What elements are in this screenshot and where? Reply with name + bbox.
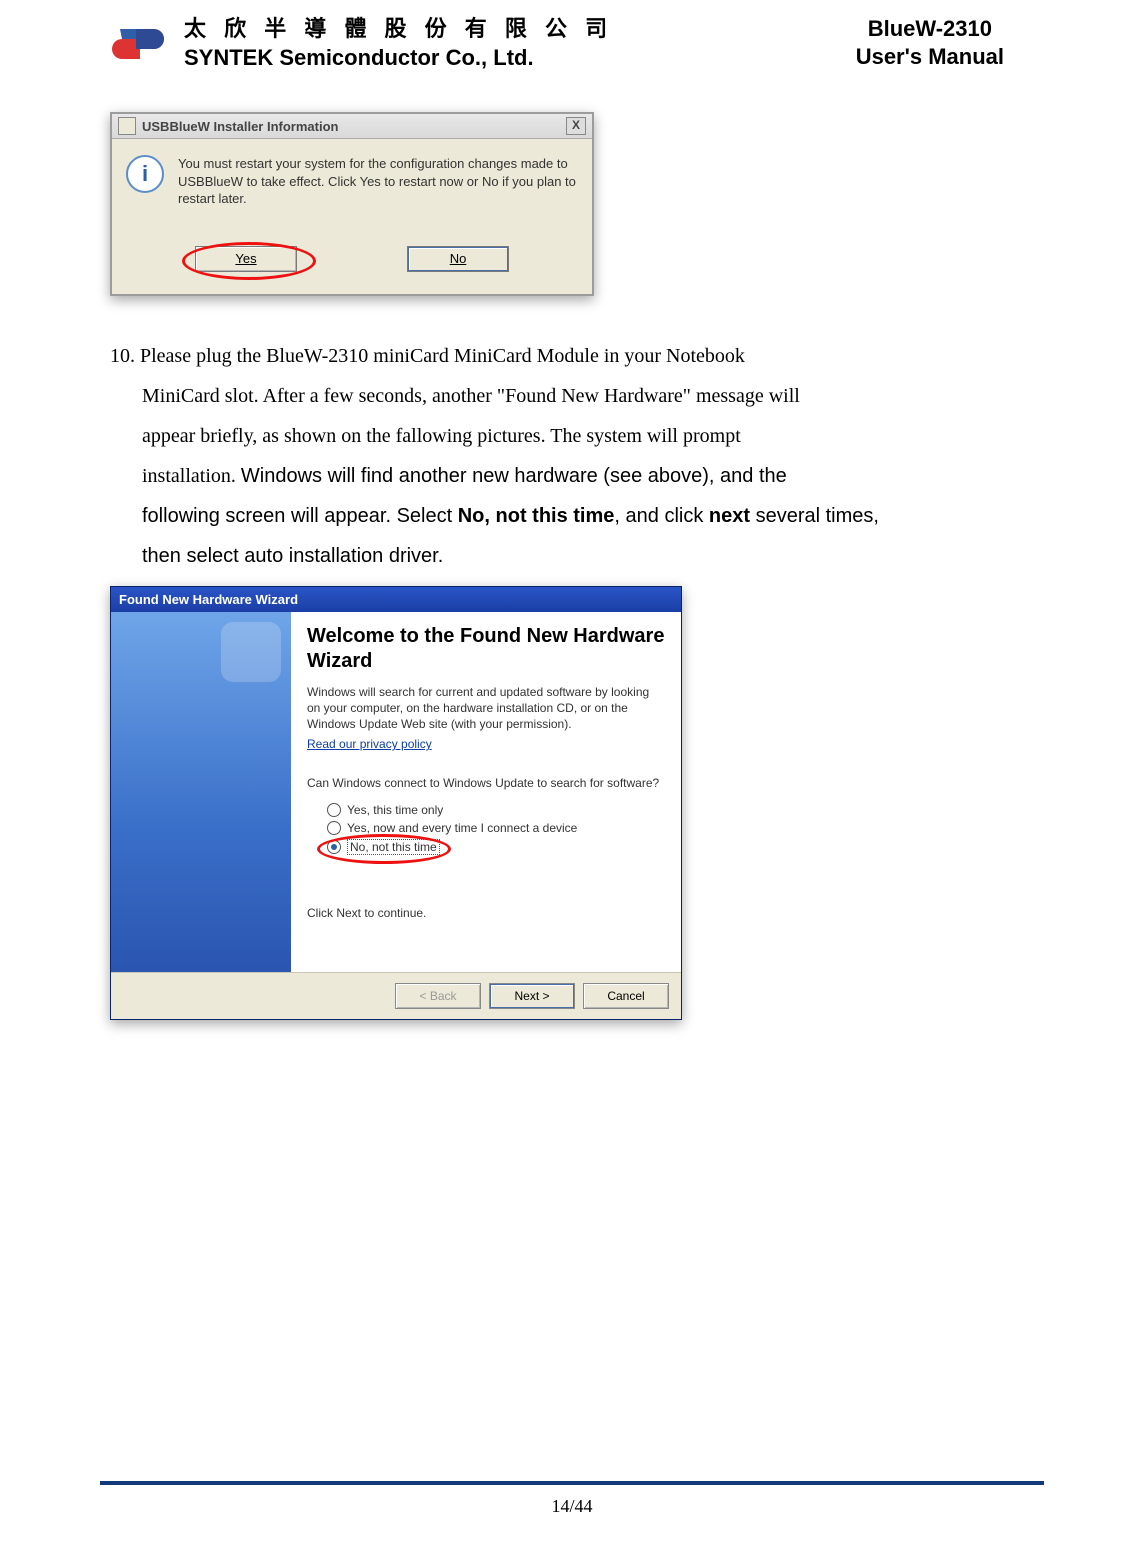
- step-line5c: , and click: [614, 505, 708, 527]
- company-name-cn: 太 欣 半 導 體 股 份 有 限 公 司: [184, 15, 613, 44]
- step-line1: Please plug the BlueW-2310 miniCard Mini…: [140, 345, 745, 367]
- step-prefix: 10.: [110, 345, 140, 367]
- next-button[interactable]: Next >: [489, 983, 575, 1009]
- wizard-paragraph-1: Windows will search for current and upda…: [307, 684, 665, 733]
- radio-option-no[interactable]: No, not this time: [327, 839, 665, 855]
- step-10-paragraph: 10. Please plug the BlueW-2310 miniCard …: [110, 336, 1034, 576]
- company-logo-icon: [110, 23, 166, 65]
- radio-label-3: No, not this time: [347, 839, 440, 855]
- close-button[interactable]: X: [566, 117, 586, 135]
- step-line5a: following screen will appear. Select: [142, 505, 458, 527]
- step-line5e: several times,: [750, 505, 879, 527]
- dialog1-title-text: USBBlueW Installer Information: [142, 119, 338, 134]
- step-line5d: next: [709, 505, 750, 527]
- step-line2: MiniCard slot. After a few seconds, anot…: [110, 376, 1034, 416]
- step-line5b: No, not this time: [458, 505, 615, 527]
- radio-option-yes-always[interactable]: Yes, now and every time I connect a devi…: [327, 821, 665, 835]
- no-button-label: No: [450, 251, 467, 266]
- footer-rule: [100, 1481, 1044, 1485]
- wizard-continue-text: Click Next to continue.: [307, 905, 665, 921]
- info-icon: i: [126, 155, 164, 193]
- installer-icon: [118, 117, 136, 135]
- yes-button-label: Yes: [235, 251, 256, 266]
- dialog1-titlebar: USBBlueW Installer Information X: [112, 114, 592, 139]
- page-header: 太 欣 半 導 體 股 份 有 限 公 司 SYNTEK Semiconduct…: [110, 10, 1034, 72]
- company-name-en: SYNTEK Semiconductor Co., Ltd.: [184, 44, 613, 73]
- radio-option-yes-once[interactable]: Yes, this time only: [327, 803, 665, 817]
- installer-info-dialog: USBBlueW Installer Information X i You m…: [110, 112, 594, 296]
- privacy-policy-link[interactable]: Read our privacy policy: [307, 737, 432, 751]
- step-line4b: Windows will find another new hardware (…: [241, 465, 787, 487]
- wizard-sidebar-graphic: [111, 612, 291, 972]
- step-line4a: installation.: [142, 465, 241, 487]
- step-line6: then select auto installation driver.: [110, 536, 1034, 576]
- header-left: 太 欣 半 導 體 股 份 有 限 公 司 SYNTEK Semiconduct…: [110, 15, 613, 72]
- doc-title-line2: User's Manual: [856, 43, 1004, 71]
- wizard-paragraph-2: Can Windows connect to Windows Update to…: [307, 775, 665, 791]
- radio-label-1: Yes, this time only: [347, 803, 443, 817]
- doc-title: BlueW-2310 User's Manual: [856, 15, 1034, 70]
- dialog1-message: You must restart your system for the con…: [178, 155, 578, 208]
- doc-title-line1: BlueW-2310: [856, 15, 1004, 43]
- radio-label-2: Yes, now and every time I connect a devi…: [347, 821, 577, 835]
- step-line3: appear briefly, as shown on the fallowin…: [110, 416, 1034, 456]
- radio-icon: [327, 821, 341, 835]
- found-new-hardware-dialog: Found New Hardware Wizard Welcome to the…: [110, 586, 682, 1020]
- cancel-button[interactable]: Cancel: [583, 983, 669, 1009]
- radio-icon: [327, 803, 341, 817]
- back-button[interactable]: < Back: [395, 983, 481, 1009]
- radio-icon-selected: [327, 840, 341, 854]
- yes-button[interactable]: Yes: [195, 246, 297, 272]
- dialog2-titlebar: Found New Hardware Wizard: [111, 587, 681, 612]
- no-button[interactable]: No: [407, 246, 509, 272]
- page-number: 14/44: [0, 1496, 1144, 1517]
- wizard-heading: Welcome to the Found New Hardware Wizard: [307, 624, 665, 674]
